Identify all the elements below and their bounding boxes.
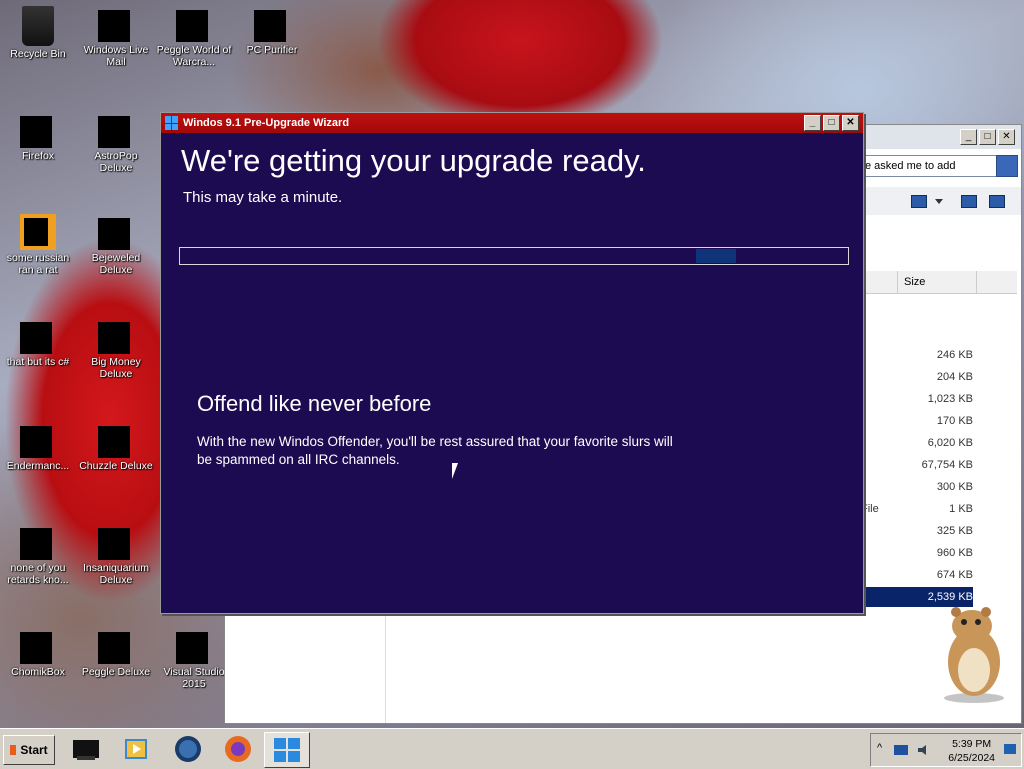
explorer-toolbar bbox=[861, 187, 1021, 215]
desktop: Recycle Bin Windows Live Mail Peggle Wor… bbox=[0, 0, 1024, 728]
taskbar-media-player-button[interactable] bbox=[114, 732, 158, 766]
recycle-bin-icon[interactable]: Recycle Bin bbox=[0, 0, 76, 60]
wizard-subheading: This may take a minute. bbox=[183, 189, 343, 206]
change-view-icon[interactable] bbox=[911, 195, 927, 208]
none-of-you-icon[interactable]: none of you retards kno... bbox=[0, 518, 76, 586]
file-size-cell[interactable]: 170 KB bbox=[861, 415, 973, 427]
terminal-icon bbox=[73, 740, 99, 760]
wizard-maximize-button[interactable]: □ bbox=[823, 115, 840, 131]
search-icon[interactable] bbox=[996, 155, 1018, 177]
wizard-minimize-button[interactable]: _ bbox=[804, 115, 821, 131]
hamster-mascot-icon bbox=[944, 607, 1004, 703]
network-icon[interactable] bbox=[893, 744, 909, 756]
feature-description: With the new Windos Offender, you'll be … bbox=[197, 434, 673, 467]
upgrade-progress-bar bbox=[179, 247, 849, 265]
endermanc-icon[interactable]: Endermanc... bbox=[0, 416, 76, 472]
explorer-close-button[interactable]: ✕ bbox=[998, 129, 1015, 145]
file-size-cell[interactable]: 325 KB bbox=[861, 525, 973, 537]
explorer-minimize-button[interactable]: _ bbox=[960, 129, 977, 145]
wizard-close-button[interactable]: ✕ bbox=[842, 115, 859, 131]
file-size-cell[interactable]: 1,023 KB bbox=[861, 393, 973, 405]
explorer-window-controls: _ □ ✕ bbox=[960, 129, 1019, 145]
chevron-up-icon[interactable]: ^ bbox=[877, 742, 882, 754]
file-size-cell[interactable]: 674 KB bbox=[861, 569, 973, 581]
mouse-cursor-icon bbox=[452, 463, 458, 479]
system-tray: ^ 5:39 PM 6/25/2024 bbox=[870, 733, 1022, 767]
taskbar-upgrade-wizard-button[interactable] bbox=[264, 732, 310, 768]
wizard-window-controls: _ □ ✕ bbox=[804, 115, 863, 131]
file-size-cell[interactable]: 6,020 KB bbox=[861, 437, 973, 449]
insaniquarium-deluxe-icon[interactable]: Insaniquarium Deluxe bbox=[78, 518, 154, 586]
start-button[interactable]: Start bbox=[3, 735, 55, 765]
clock-time: 5:39 PM bbox=[952, 738, 992, 750]
start-label: Start bbox=[20, 743, 48, 757]
chevron-down-icon[interactable] bbox=[935, 199, 943, 208]
volume-icon[interactable] bbox=[917, 744, 931, 756]
windows-logo-icon bbox=[165, 116, 179, 130]
globe-icon bbox=[175, 736, 201, 762]
preview-pane-icon[interactable] bbox=[961, 195, 977, 208]
progress-bar-fill bbox=[696, 249, 736, 263]
file-size-cell[interactable]: 1 KB bbox=[861, 503, 973, 515]
astropop-deluxe-icon[interactable]: AstroPop Deluxe bbox=[78, 106, 154, 174]
file-size-cell[interactable]: 960 KB bbox=[861, 547, 973, 559]
file-size-cell[interactable]: 300 KB bbox=[861, 481, 973, 493]
feature-title: Offend like never before bbox=[197, 391, 432, 416]
media-player-icon bbox=[125, 739, 147, 759]
windows-icon bbox=[274, 738, 300, 762]
wizard-titlebar: Windos 9.1 Pre-Upgrade Wizard _ □ ✕ bbox=[161, 113, 863, 133]
chuzzle-deluxe-icon[interactable]: Chuzzle Deluxe bbox=[78, 416, 154, 472]
file-list-header: Size bbox=[861, 271, 1017, 294]
explorer-search-input[interactable]: e asked me to add bbox=[861, 155, 998, 177]
bejeweled-deluxe-icon[interactable]: Bejeweled Deluxe bbox=[78, 208, 154, 276]
peggle-world-of-warcraft-icon[interactable]: Peggle World of Warcra... bbox=[156, 0, 232, 68]
visual-studio-2015-icon[interactable]: Visual Studio 2015 bbox=[156, 622, 232, 690]
size-column-header[interactable]: Size bbox=[897, 271, 977, 293]
firefox-icon bbox=[225, 736, 251, 762]
start-logo-icon bbox=[10, 745, 17, 755]
russian-rat-icon[interactable]: some russian ran a rat bbox=[0, 208, 76, 276]
taskbar-firefox-button[interactable] bbox=[216, 732, 260, 766]
taskbar-globe-button[interactable] bbox=[166, 732, 210, 766]
help-icon[interactable] bbox=[989, 195, 1005, 208]
big-money-deluxe-icon[interactable]: Big Money Deluxe bbox=[78, 312, 154, 380]
taskbar: Start ^ 5:39 PM 6/25/2024 bbox=[0, 728, 1024, 769]
upgrade-wizard-window: Windos 9.1 Pre-Upgrade Wizard _ □ ✕ We'r… bbox=[160, 112, 864, 614]
wizard-heading: We're getting your upgrade ready. bbox=[181, 143, 646, 178]
that-but-its-csharp-icon[interactable]: that but its c# bbox=[0, 312, 76, 368]
file-size-cell[interactable]: 204 KB bbox=[861, 371, 973, 383]
chomikbox-icon[interactable]: ChomikBox bbox=[0, 622, 76, 678]
file-size-cell[interactable]: 67,754 KB bbox=[861, 459, 973, 471]
pc-purifier-icon[interactable]: PC Purifier bbox=[234, 0, 310, 56]
windows-live-mail-icon[interactable]: Windows Live Mail bbox=[78, 0, 154, 68]
firefox-desktop-icon[interactable]: Firefox bbox=[0, 106, 76, 162]
explorer-maximize-button[interactable]: □ bbox=[979, 129, 996, 145]
clock[interactable]: 5:39 PM 6/25/2024 bbox=[948, 737, 995, 765]
action-center-icon[interactable] bbox=[1003, 743, 1017, 755]
peggle-deluxe-icon[interactable]: Peggle Deluxe bbox=[78, 622, 154, 678]
explorer-navigation-pane bbox=[225, 613, 386, 723]
taskbar-terminal-button[interactable] bbox=[64, 732, 108, 766]
clock-date: 6/25/2024 bbox=[948, 752, 995, 764]
file-size-cell[interactable]: 246 KB bbox=[861, 349, 973, 361]
wizard-title: Windos 9.1 Pre-Upgrade Wizard bbox=[183, 117, 350, 129]
